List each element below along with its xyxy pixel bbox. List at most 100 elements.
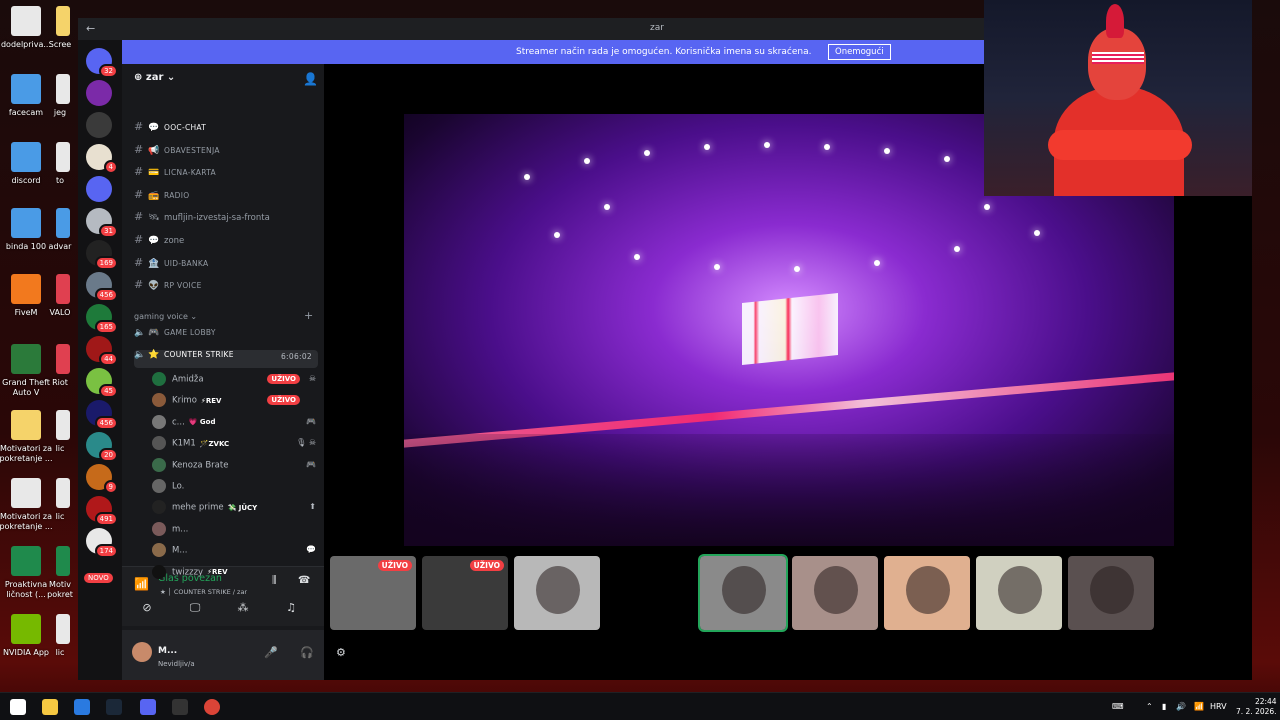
voice-member[interactable]: twizzzy ⚡REV [152, 564, 318, 585]
user-name[interactable]: M... [158, 646, 177, 656]
activities-icon[interactable]: ⁂ [224, 597, 262, 619]
desktop-icon-image [11, 74, 41, 104]
desktop-icon[interactable]: to [40, 142, 80, 186]
voice-member[interactable]: Lo. [152, 479, 318, 499]
voice-channel-path[interactable]: ★ │ COUNTER STRIKE / zar [160, 588, 247, 596]
server-icon[interactable]: 4 [86, 144, 118, 174]
server-icon[interactable]: 491 [86, 496, 118, 526]
server-icon[interactable]: 456 [86, 272, 118, 302]
obs-icon[interactable] [172, 699, 188, 715]
file-explorer-icon[interactable] [42, 699, 58, 715]
camera-off-icon[interactable]: ⊘ [128, 597, 166, 619]
server-icon[interactable] [86, 112, 112, 138]
channel-item[interactable]: # 💳 LICNA-KARTA [134, 165, 318, 183]
add-channel-icon[interactable]: + [304, 309, 313, 322]
server-badge: 456 [94, 416, 118, 430]
server-icon[interactable]: 174 [86, 528, 118, 558]
desktop-icon[interactable]: Riot [40, 344, 80, 388]
participant-tile[interactable] [884, 556, 970, 630]
avatar[interactable] [132, 642, 152, 662]
desktop-icon[interactable]: lic [40, 478, 80, 522]
participant-tile[interactable] [976, 556, 1062, 630]
language-indicator[interactable]: HRV [1210, 702, 1227, 711]
category-label: gaming voice [134, 312, 188, 321]
desktop-icon[interactable]: Scree [40, 6, 80, 50]
voice-member[interactable]: K1M1 🪄ZVKC 🎙 ☠ [152, 436, 318, 456]
voice-member[interactable]: Kenoza Brate 🎮 [152, 457, 318, 478]
desktop-icon[interactable]: lic [40, 410, 80, 454]
hash-icon: # [134, 210, 144, 224]
participant-tile[interactable] [698, 554, 788, 632]
server-icon[interactable]: 31 [86, 208, 118, 238]
channel-item[interactable]: # 🏦 UID-BANKA [134, 256, 318, 274]
category-gaming-voice[interactable]: gaming voice ⌄ + [134, 309, 313, 322]
hash-icon: # [134, 142, 144, 156]
windows-start-icon[interactable] [10, 699, 26, 715]
desktop-icon-image [56, 74, 70, 104]
voice-member[interactable]: c... 💗 God 🎮 [152, 414, 318, 435]
channel-item[interactable]: # 💬 zone [134, 233, 318, 251]
battery-icon[interactable]: ▮ [1162, 702, 1166, 711]
channel-name: UID-BANKA [164, 258, 209, 268]
avatar [152, 436, 166, 451]
participant-tile[interactable]: UŽIVO [422, 556, 508, 630]
voice-channel-item[interactable]: 🔈 ⭐ COUNTER STRIKE 6:06:02 [134, 350, 318, 368]
server-badge: 32 [99, 64, 118, 78]
channel-item[interactable]: # 📻 RADIO [134, 188, 318, 206]
server-header[interactable]: ⊕ zar ⌄ [134, 72, 175, 83]
channel-item[interactable]: # 📢 OBAVESTENJA [134, 143, 318, 161]
voice-member[interactable]: m... [152, 521, 318, 542]
discord-taskbar-icon[interactable] [140, 699, 156, 715]
desktop-icon[interactable]: jeg [40, 74, 80, 118]
voice-member[interactable]: Amidža UŽIVO ☠ [152, 372, 318, 392]
desktop-icon[interactable]: lic [40, 614, 80, 658]
server-icon[interactable]: 165 [86, 304, 118, 334]
voice-member[interactable]: M... 💬 [152, 543, 318, 563]
clock[interactable]: 22:44 7. 2. 2026. [1236, 697, 1277, 717]
add-user-icon[interactable]: 👤 [303, 72, 318, 86]
participant-tile[interactable] [792, 556, 878, 630]
desktop-icon[interactable]: VALO [40, 274, 80, 318]
network-icon[interactable]: 📶 [1194, 702, 1204, 711]
participant-tile[interactable] [1068, 556, 1154, 630]
gear-icon[interactable]: ⚙ [336, 646, 346, 659]
store-icon[interactable] [74, 699, 90, 715]
volume-icon[interactable]: 🔊 [1176, 702, 1186, 711]
stage-light [704, 144, 710, 150]
keyboard-icon[interactable]: ⌨ [1112, 702, 1124, 711]
avatar [152, 543, 166, 558]
server-icon[interactable]: 44 [86, 336, 118, 366]
member-status-icon: 🎮 [306, 416, 316, 426]
channel-emoji-icon: 💬 [148, 236, 160, 246]
server-icon[interactable]: 20 [86, 432, 118, 462]
back-arrow-icon[interactable]: ← [86, 22, 95, 35]
server-icon[interactable]: 456 [86, 400, 118, 430]
microphone-icon[interactable]: 🎤 [264, 646, 278, 659]
server-badge: 31 [99, 224, 118, 238]
channel-item[interactable]: # 👽 RP VOICE [134, 278, 318, 296]
participant-tile[interactable] [514, 556, 600, 630]
disable-streamer-button[interactable]: Onemogući [828, 44, 891, 60]
tray-arrow-icon[interactable]: ⌃ [1146, 702, 1153, 711]
headphones-icon[interactable]: 🎧 [300, 646, 314, 659]
soundboard-icon[interactable]: ♫ [272, 597, 310, 619]
voice-member[interactable]: mehe prime 💸 JŪCY ⬆ [152, 500, 318, 520]
server-icon[interactable]: 169 [86, 240, 118, 270]
server-icon[interactable] [86, 80, 112, 106]
voice-member[interactable]: Krimo ⚡REV UŽIVO [152, 393, 318, 413]
voice-channel-item[interactable]: 🔈 🎮 GAME LOBBY [134, 328, 318, 346]
speaker-icon: 🔈 [134, 328, 146, 338]
screen-share-icon[interactable]: 🖵 [176, 597, 214, 619]
channel-item[interactable]: # 🛰 mufljin-izvestaj-sa-fronta [134, 210, 318, 228]
server-icon[interactable]: 45 [86, 368, 118, 398]
server-icon[interactable]: 9 [86, 464, 118, 494]
steam-icon[interactable] [106, 699, 122, 715]
desktop-icon[interactable]: Motiv pokret [40, 546, 80, 600]
server-icon[interactable]: 32 [86, 48, 118, 78]
chrome-icon[interactable] [204, 699, 220, 715]
participant-tile[interactable]: UŽIVO [330, 556, 416, 630]
server-icon[interactable] [86, 176, 112, 202]
channel-item[interactable]: # 💬 OOC-CHAT [134, 120, 318, 138]
desktop-icon[interactable]: advar [40, 208, 80, 252]
participant-tile[interactable] [606, 556, 692, 630]
